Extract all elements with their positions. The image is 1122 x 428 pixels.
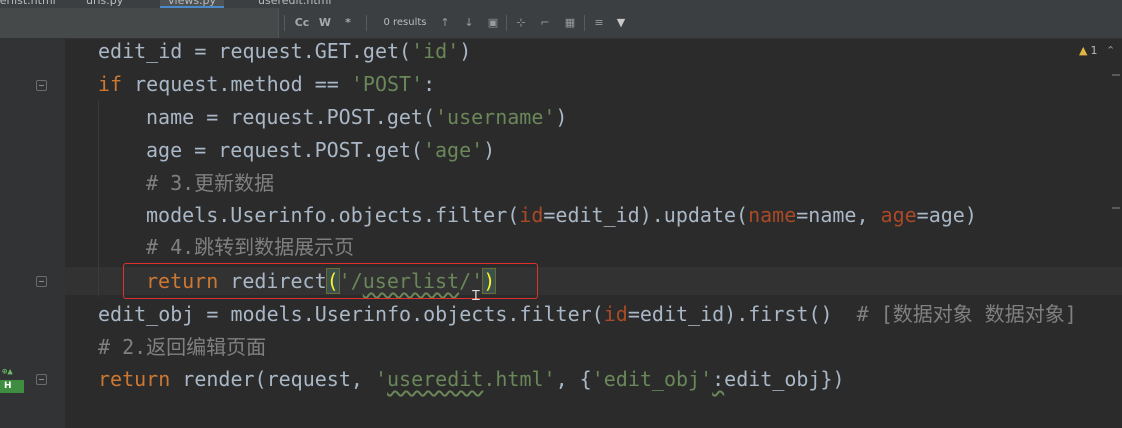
fold-toggle-icon[interactable] <box>36 276 47 287</box>
previous-occurrence-icon[interactable]: ↑ <box>438 15 452 31</box>
select-all-occurrences-icon[interactable]: ▣ <box>486 15 500 31</box>
find-input[interactable] <box>0 8 279 38</box>
results-count: 0 results <box>383 17 427 28</box>
editor-tab-bar: serlist.html urls.py views.py useredit.h… <box>0 0 1122 8</box>
code-line: name = request.POST.get('username') <box>146 105 568 129</box>
remove-occurrence-icon[interactable]: ⌐ <box>538 15 552 31</box>
code-line: edit_id = request.GET.get('id') <box>98 39 472 63</box>
tab-useredit-html[interactable]: useredit.html <box>258 0 331 8</box>
inspection-widget[interactable]: ▲ 1 <box>1079 44 1097 57</box>
indent-guide <box>98 101 99 297</box>
code-comment: # 2.返回编辑页面 <box>98 335 267 359</box>
next-occurrence-icon[interactable]: ↓ <box>462 15 476 31</box>
toolbar-separator <box>584 15 585 31</box>
toolbar-separator <box>366 15 367 31</box>
code-line: return render(request, 'useredit.html', … <box>98 367 845 391</box>
multiline-icon[interactable]: ≡ <box>592 15 606 31</box>
gutter-badge[interactable]: H <box>0 380 24 393</box>
regex-toggle[interactable]: * <box>341 15 355 31</box>
scrollbar-marker[interactable] <box>1112 207 1120 209</box>
tab-userlist-html[interactable]: serlist.html <box>0 0 56 8</box>
code-comment: # 4.跳转到数据展示页 <box>146 235 355 259</box>
text-cursor-icon: Ɪ <box>472 288 480 304</box>
filter-icon[interactable]: ▼ <box>614 15 628 31</box>
tab-views-py[interactable]: views.py <box>160 0 225 8</box>
code-line: edit_obj = models.Userinfo.objects.filte… <box>98 302 1077 326</box>
words-toggle[interactable]: W <box>318 15 332 31</box>
code-line: age = request.POST.get('age') <box>146 138 496 162</box>
warning-count: 1 <box>1090 44 1098 57</box>
scrollbar-marker[interactable] <box>1112 74 1120 76</box>
find-toolbar: Cc W * 0 results ↑ ↓ ▣ ⊹ ⌐ ▦ ≡ ▼ <box>0 8 1122 39</box>
chevron-up-icon[interactable]: ⌃ <box>1106 44 1115 57</box>
match-case-toggle[interactable]: Cc <box>293 15 311 31</box>
code-comment: # 3.更新数据 <box>146 171 275 195</box>
fold-toggle-icon[interactable] <box>36 80 47 91</box>
code-line: models.Userinfo.objects.filter(id=edit_i… <box>146 203 977 227</box>
select-all-matches-icon[interactable]: ▦ <box>562 15 578 31</box>
toolbar-separator <box>284 15 285 31</box>
add-occurrence-icon[interactable]: ⊹ <box>514 15 528 31</box>
toolbar-separator <box>506 15 507 31</box>
implements-marker-icon[interactable]: ⊕▲ <box>2 367 20 377</box>
tab-urls-py[interactable]: urls.py <box>86 0 123 8</box>
warning-triangle-icon: ▲ <box>1079 44 1088 57</box>
fold-toggle-icon[interactable] <box>36 374 47 385</box>
code-line: if request.method == 'POST': <box>98 72 436 96</box>
